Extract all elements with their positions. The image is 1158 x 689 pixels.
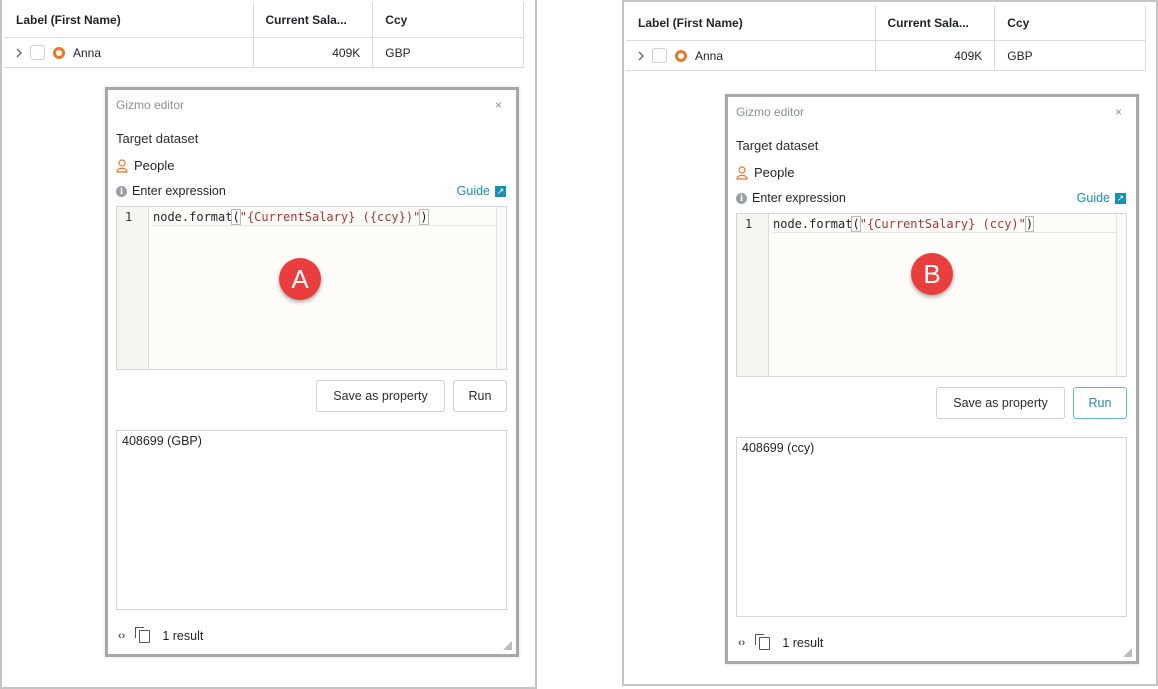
resize-grip-icon[interactable] (1123, 648, 1132, 657)
dataset-selector[interactable]: People (116, 158, 174, 173)
code-editor[interactable]: 1 node.format("{CurrentSalary} (ccy)") (736, 213, 1127, 377)
info-icon[interactable]: i (116, 185, 127, 197)
resize-grip-icon[interactable] (503, 641, 512, 650)
table-header: Label (First Name) Current Sala... Ccy (626, 5, 1146, 41)
line-gutter (117, 207, 149, 369)
column-header-ccy[interactable]: Ccy (373, 2, 523, 37)
dialog-title: Gizmo editor (736, 105, 805, 119)
code-icon[interactable]: ‹› (118, 630, 125, 642)
result-count: 1 result (162, 629, 204, 643)
guide-text: Guide (456, 184, 490, 198)
guide-link[interactable]: Guide ↗ (457, 184, 506, 198)
dataset-name: People (754, 165, 795, 180)
salary-cell: 409K (876, 41, 996, 70)
marker-a-badge: A (279, 258, 321, 300)
enter-expression-text: Enter expression (132, 184, 226, 198)
external-link-icon: ↗ (1115, 192, 1126, 204)
data-table: Label (First Name) Current Sala... Ccy A… (626, 5, 1146, 71)
result-output: 408699 (GBP) (116, 430, 507, 610)
line-gutter (737, 214, 769, 376)
line-number: 1 (745, 217, 753, 231)
enter-expression-label: i Enter expression (116, 184, 226, 198)
guide-link[interactable]: Guide ↗ (1077, 191, 1126, 205)
code-line[interactable]: node.format("{CurrentSalary} ({ccy})") (153, 209, 496, 226)
marker-b-badge: B (911, 253, 953, 295)
run-button[interactable]: Run (453, 380, 507, 412)
data-table: Label (First Name) Current Sala... Ccy A… (4, 2, 524, 68)
table-row[interactable]: Anna 409K GBP (626, 41, 1146, 71)
close-icon[interactable]: × (495, 98, 502, 112)
column-header-salary[interactable]: Current Sala... (876, 5, 996, 40)
code-scrollbar[interactable] (496, 207, 506, 369)
column-header-label[interactable]: Label (First Name) (4, 2, 254, 37)
row-name: Anna (695, 48, 724, 63)
checkbox-icon[interactable] (652, 48, 667, 63)
code-function: node.format (153, 210, 233, 224)
run-button[interactable]: Run (1073, 387, 1127, 419)
copy-icon[interactable] (755, 633, 771, 650)
dialog-footer: ‹› 1 result (118, 626, 204, 643)
ccy-cell: GBP (385, 45, 411, 60)
enter-expression-label: i Enter expression (736, 191, 846, 205)
enter-expression-text: Enter expression (752, 191, 846, 205)
code-line[interactable]: node.format("{CurrentSalary} (ccy)") (773, 216, 1116, 233)
dataset-selector[interactable]: People (736, 165, 794, 180)
column-header-ccy[interactable]: Ccy (995, 5, 1145, 40)
table-header: Label (First Name) Current Sala... Ccy (4, 2, 524, 38)
dialog-title: Gizmo editor (116, 98, 185, 112)
code-function: node.format (773, 217, 853, 231)
dataset-name: People (134, 158, 175, 173)
chevron-right-icon[interactable] (634, 49, 648, 63)
code-open-paren: ( (231, 209, 241, 225)
gizmo-editor-dialog: Gizmo editor × Target dataset People i E… (105, 87, 519, 657)
copy-icon[interactable] (135, 626, 151, 643)
info-icon[interactable]: i (736, 192, 747, 204)
gizmo-editor-dialog: Gizmo editor × Target dataset People i E… (725, 94, 1139, 664)
line-number: 1 (125, 210, 133, 224)
target-dataset-label: Target dataset (736, 138, 819, 153)
chevron-right-icon[interactable] (12, 46, 26, 60)
ccy-cell: GBP (1007, 48, 1033, 63)
result-output: 408699 (ccy) (736, 437, 1127, 617)
code-string: "{CurrentSalary} (ccy)" (859, 217, 1026, 231)
guide-text: Guide (1076, 191, 1110, 205)
dialog-footer: ‹› 1 result (738, 633, 824, 650)
code-string: "{CurrentSalary} ({ccy})" (239, 210, 421, 224)
target-dataset-label: Target dataset (116, 131, 199, 146)
panel-a: Label (First Name) Current Sala... Ccy A… (0, 0, 537, 689)
table-row[interactable]: Anna 409K GBP (4, 38, 524, 68)
code-close-paren: ) (1024, 216, 1035, 232)
label-cell: Anna (626, 41, 876, 70)
result-count: 1 result (782, 636, 824, 650)
column-header-salary[interactable]: Current Sala... (254, 2, 374, 37)
save-as-property-button[interactable]: Save as property (316, 380, 445, 412)
row-name: Anna (73, 45, 102, 60)
code-scrollbar[interactable] (1116, 214, 1126, 376)
code-icon[interactable]: ‹› (738, 637, 745, 649)
code-close-paren: ) (419, 209, 429, 225)
panel-b: Label (First Name) Current Sala... Ccy A… (622, 0, 1158, 686)
salary-cell: 409K (254, 38, 374, 67)
label-cell: Anna (4, 38, 254, 67)
checkbox-icon[interactable] (30, 45, 45, 60)
node-icon (675, 49, 687, 62)
save-as-property-button[interactable]: Save as property (936, 387, 1065, 419)
column-header-label[interactable]: Label (First Name) (626, 5, 876, 40)
close-icon[interactable]: × (1115, 105, 1122, 119)
code-open-paren: ( (851, 216, 861, 232)
person-icon (116, 158, 128, 173)
external-link-icon: ↗ (495, 185, 506, 197)
person-icon (736, 165, 748, 180)
node-icon (53, 46, 65, 59)
